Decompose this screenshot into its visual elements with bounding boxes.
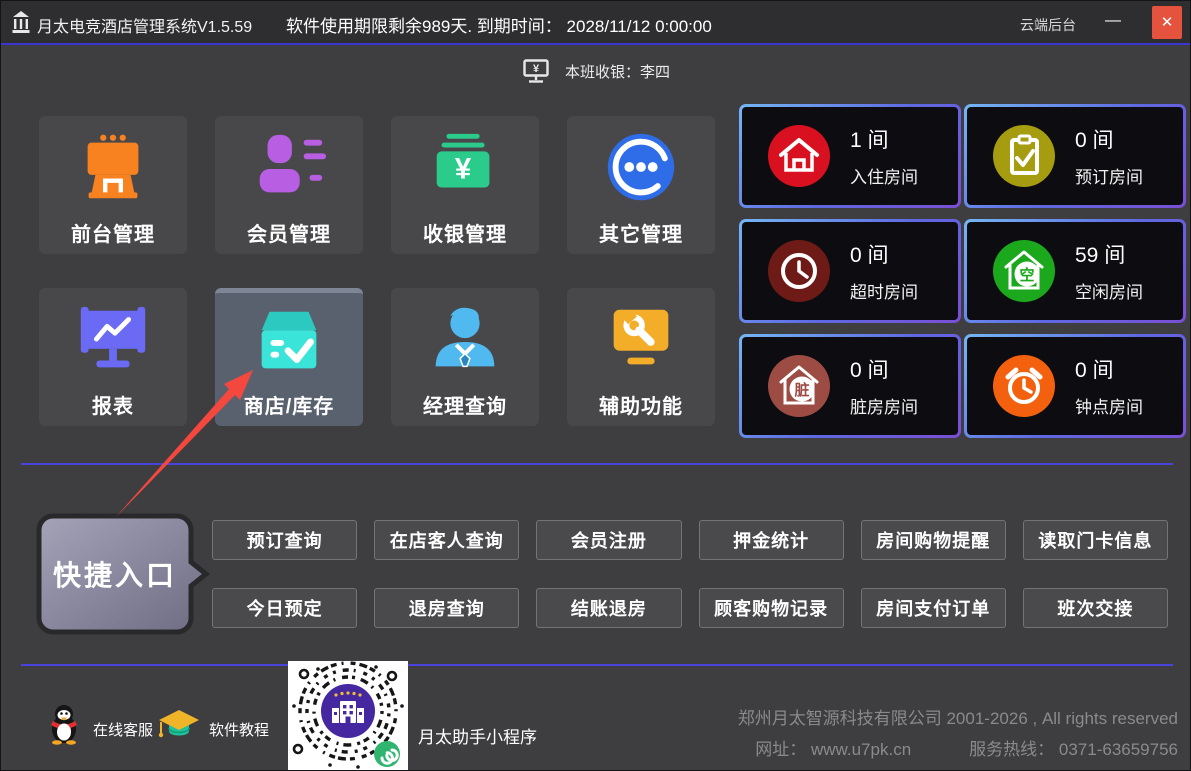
tile-aux-functions[interactable]: 辅助功能 <box>567 288 715 426</box>
status-count: 0 间 <box>1075 124 1143 154</box>
btn-room-payment-orders[interactable]: 房间支付订单 <box>861 588 1006 628</box>
status-count: 0 间 <box>850 354 918 384</box>
tile-label: 其它管理 <box>599 218 683 247</box>
report-chart-icon <box>72 300 154 382</box>
status-tile-reserved[interactable]: 0 间 预订房间 <box>964 104 1186 208</box>
cloud-backend-link[interactable]: 云端后台 <box>1020 15 1076 35</box>
tile-reports[interactable]: 报表 <box>39 288 187 426</box>
wrench-monitor-icon <box>600 300 682 382</box>
app-logo-icon <box>12 11 30 34</box>
software-tutorial-label[interactable]: 软件教程 <box>209 719 269 740</box>
miniprogram-qr-code <box>288 661 408 771</box>
tile-label: 会员管理 <box>247 218 331 247</box>
tile-other-mgmt[interactable]: 其它管理 <box>567 116 715 254</box>
btn-customer-purchase-records[interactable]: 顾客购物记录 <box>699 588 844 628</box>
quick-entry-label: 快捷入口 <box>36 513 194 635</box>
member-icon <box>248 128 330 210</box>
dirty-house-icon: 脏 <box>768 355 830 417</box>
hotline-text: 服务热线： 0371-63659756 <box>969 735 1178 760</box>
app-window: 月太电竞酒店管理系统V1.5.59 软件使用期限剩余989天. 到期时间： 20… <box>0 0 1191 771</box>
more-circle-icon <box>600 128 682 210</box>
clock-icon <box>768 240 830 302</box>
status-tile-vacant[interactable]: 空 59 间 空闲房间 <box>964 219 1186 323</box>
status-tile-hourly[interactable]: 0 间 钟点房间 <box>964 334 1186 438</box>
btn-checkout-query[interactable]: 退房查询 <box>374 588 519 628</box>
btn-deposit-stats[interactable]: 押金统计 <box>699 520 844 560</box>
tile-label: 辅助功能 <box>599 390 683 419</box>
tile-members[interactable]: 会员管理 <box>215 116 363 254</box>
btn-room-shopping-reminder[interactable]: 房间购物提醒 <box>861 520 1006 560</box>
online-service-label[interactable]: 在线客服 <box>93 719 153 740</box>
website-text: 网址： www.u7pk.cn <box>755 735 911 760</box>
btn-instore-guest-query[interactable]: 在店客人查询 <box>374 520 519 560</box>
status-tile-occupied[interactable]: 1 间 入住房间 <box>739 104 961 208</box>
app-title: 月太电竞酒店管理系统V1.5.59 <box>37 13 252 37</box>
divider-line <box>21 664 1173 666</box>
tile-store-inventory[interactable]: 商店/库存 <box>215 288 363 426</box>
status-label: 预订房间 <box>1075 163 1143 188</box>
tile-label: 报表 <box>92 390 134 419</box>
status-label: 入住房间 <box>850 163 918 188</box>
alarm-clock-icon <box>993 355 1055 417</box>
tile-manager-query[interactable]: 经理查询 <box>391 288 539 426</box>
manager-icon <box>424 300 506 382</box>
close-button[interactable]: ✕ <box>1152 6 1182 39</box>
titlebar: 月太电竞酒店管理系统V1.5.59 软件使用期限剩余989天. 到期时间： 20… <box>1 1 1191 45</box>
status-label: 钟点房间 <box>1075 393 1143 418</box>
tile-label: 前台管理 <box>71 218 155 247</box>
miniprogram-label: 月太助手小程序 <box>418 723 537 748</box>
tile-label: 经理查询 <box>423 390 507 419</box>
storefront-icon <box>72 128 154 210</box>
btn-today-booking[interactable]: 今日预定 <box>212 588 357 628</box>
main-menu-grid: 前台管理 会员管理 ¥ <box>39 116 715 426</box>
status-count: 59 间 <box>1075 239 1143 269</box>
tile-front-desk[interactable]: 前台管理 <box>39 116 187 254</box>
divider-line <box>21 463 1173 465</box>
svg-text:¥: ¥ <box>533 63 540 75</box>
btn-read-door-card[interactable]: 读取门卡信息 <box>1023 520 1168 560</box>
home-icon <box>768 125 830 187</box>
status-tile-overtime[interactable]: 0 间 超时房间 <box>739 219 961 323</box>
svg-text:脏: 脏 <box>794 381 809 399</box>
room-status-grid: 1 间 入住房间 0 间 预订房间 <box>739 104 1186 438</box>
btn-member-register[interactable]: 会员注册 <box>536 520 681 560</box>
contact-info: 网址： www.u7pk.cn 服务热线： 0371-63659756 <box>755 735 1178 760</box>
license-expiry-info: 软件使用期限剩余989天. 到期时间： 2028/11/12 0:00:00 <box>286 12 712 37</box>
status-count: 0 间 <box>1075 354 1143 384</box>
svg-text:空: 空 <box>1019 266 1034 284</box>
cashier-banner: ¥ 本班收银：李四 <box>1 55 1191 87</box>
status-count: 0 间 <box>850 239 918 269</box>
status-label: 脏房房间 <box>850 393 918 418</box>
btn-settle-checkout[interactable]: 结账退房 <box>536 588 681 628</box>
vacant-house-icon: 空 <box>993 240 1055 302</box>
cashier-on-duty-label: 本班收银：李四 <box>565 61 670 82</box>
store-box-icon <box>248 300 330 382</box>
cashier-monitor-icon: ¥ <box>523 59 549 84</box>
copyright-text: 郑州月太智源科技有限公司 2001-2026 , All rights rese… <box>738 704 1178 729</box>
qq-penguin-icon[interactable] <box>47 703 81 745</box>
btn-shift-handover[interactable]: 班次交接 <box>1023 588 1168 628</box>
minimize-button[interactable]: — <box>1096 7 1130 37</box>
status-label: 超时房间 <box>850 278 918 303</box>
status-count: 1 间 <box>850 124 918 154</box>
clipboard-check-icon <box>993 125 1055 187</box>
svg-text:¥: ¥ <box>455 153 472 186</box>
status-label: 空闲房间 <box>1075 278 1143 303</box>
tile-label: 收银管理 <box>423 218 507 247</box>
cash-icon: ¥ <box>424 128 506 210</box>
btn-reservation-query[interactable]: 预订查询 <box>212 520 357 560</box>
tile-label: 商店/库存 <box>244 390 335 419</box>
graduation-cap-icon[interactable] <box>157 709 201 741</box>
tile-cashier-mgmt[interactable]: ¥ 收银管理 <box>391 116 539 254</box>
quick-buttons-grid: 预订查询 在店客人查询 会员注册 押金统计 房间购物提醒 读取门卡信息 今日预定… <box>212 520 1168 628</box>
status-tile-dirty[interactable]: 脏 0 间 脏房房间 <box>739 334 961 438</box>
